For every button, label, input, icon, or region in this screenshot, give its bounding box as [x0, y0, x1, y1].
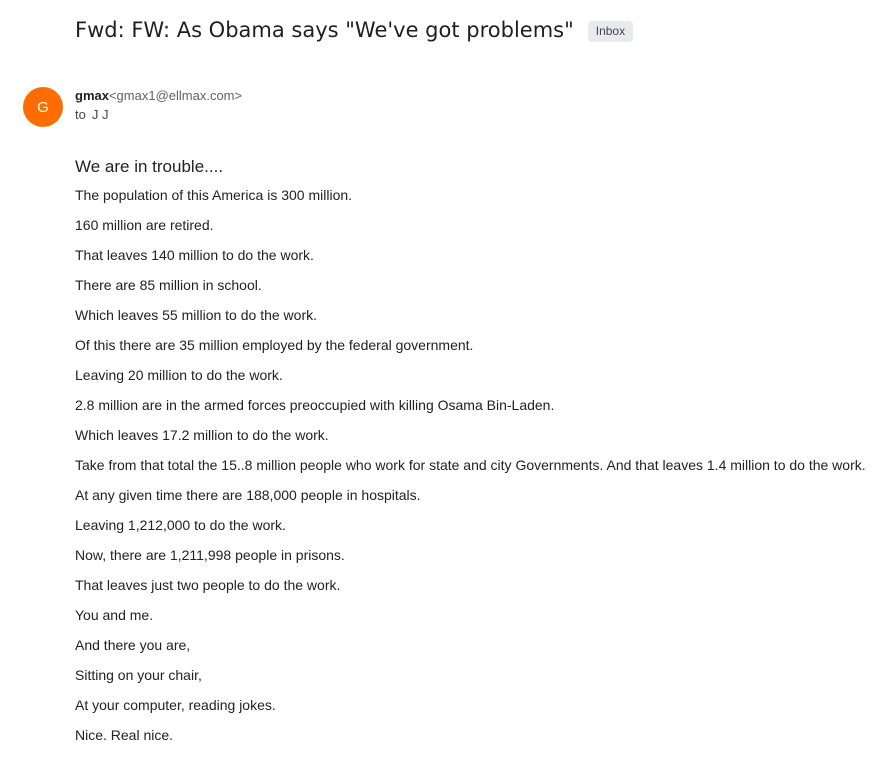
- body-line: Which leaves 17.2 million to do the work…: [75, 427, 329, 443]
- body-line: There are 85 million in school.: [75, 277, 262, 293]
- body-line: Sitting on your chair,: [75, 667, 202, 683]
- recipient-name: J J: [91, 107, 109, 122]
- body-line: That leaves 140 million to do the work.: [75, 247, 314, 263]
- body-line: You and me.: [75, 607, 154, 623]
- body-line: Now, there are 1,211,998 people in priso…: [75, 547, 345, 563]
- body-line: The population of this America is 300 mi…: [75, 187, 353, 203]
- body-line: At any given time there are 188,000 peop…: [75, 487, 421, 503]
- body-line: And there you are,: [75, 637, 191, 653]
- body-line: 160 million are retired.: [75, 217, 214, 233]
- to-prefix: to: [75, 107, 86, 122]
- email-greeting: We are in trouble....: [75, 157, 224, 176]
- body-line: 2.8 million are in the armed forces preo…: [75, 397, 555, 413]
- email-subject: Fwd: FW: As Obama says "We've got proble…: [75, 18, 574, 42]
- email-body: We are in trouble.... The population of …: [75, 156, 885, 757]
- recipient-line[interactable]: to J J: [75, 107, 108, 122]
- body-line: Nice. Real nice.: [75, 727, 174, 743]
- avatar-letter: G: [37, 98, 49, 116]
- subject-row: Fwd: FW: As Obama says "We've got proble…: [75, 18, 634, 42]
- inbox-label-badge[interactable]: Inbox: [587, 20, 634, 42]
- sender-line: gmax<gmax1@ellmax.com>: [75, 88, 242, 103]
- body-line: Leaving 1,212,000 to do the work.: [75, 517, 286, 533]
- sender-avatar[interactable]: G: [23, 87, 63, 127]
- sender-name[interactable]: gmax: [75, 88, 109, 103]
- body-line: Leaving 20 million to do the work.: [75, 367, 283, 383]
- body-line: That leaves just two people to do the wo…: [75, 577, 341, 593]
- sender-email: <gmax1@ellmax.com>: [108, 88, 243, 103]
- body-line: Take from that total the 15..8 million p…: [75, 457, 866, 473]
- body-line: At your computer, reading jokes.: [75, 697, 276, 713]
- body-line: Of this there are 35 million employed by…: [75, 337, 474, 353]
- body-line: Which leaves 55 million to do the work.: [75, 307, 317, 323]
